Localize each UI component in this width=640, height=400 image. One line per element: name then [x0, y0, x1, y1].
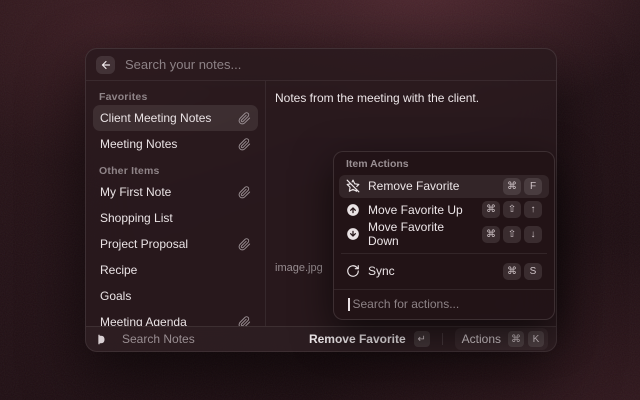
actions-search-placeholder: Search for actions...	[353, 297, 460, 311]
note-item-label: Meeting Agenda	[100, 315, 187, 326]
paperclip-icon	[238, 186, 251, 199]
sync-icon	[346, 264, 360, 278]
actions-button-label: Actions	[462, 332, 501, 346]
popup-title: Item Actions	[339, 152, 549, 175]
note-item-label: Goals	[100, 289, 131, 303]
k-keycap: K	[528, 331, 544, 347]
arrow-up-keycap: ↑	[524, 201, 542, 218]
action-move-favorite-down[interactable]: Move Favorite Down ⌘ ⇧ ↓	[339, 222, 549, 247]
note-item-label: My First Note	[100, 185, 171, 199]
action-label: Move Favorite Up	[368, 203, 463, 217]
arrow-down-keycap: ↓	[524, 226, 542, 243]
item-actions-popup: Item Actions Remove Favorite ⌘ F Move Fa…	[333, 151, 555, 320]
back-button[interactable]	[96, 56, 115, 74]
search-header: Search your notes...	[86, 49, 556, 81]
note-item-client-meeting-notes[interactable]: Client Meeting Notes	[93, 105, 258, 131]
paperclip-icon	[238, 138, 251, 151]
cmd-keycap: ⌘	[503, 178, 521, 195]
action-label: Move Favorite Down	[368, 220, 466, 248]
section-header-other-items: Other Items	[93, 163, 258, 179]
note-item-my-first-note[interactable]: My First Note	[93, 179, 258, 205]
cmd-keycap: ⌘	[482, 226, 500, 243]
paperclip-icon	[238, 112, 251, 125]
arrow-up-circle-icon	[346, 203, 360, 217]
shift-keycap: ⇧	[503, 201, 521, 218]
note-item-label: Project Proposal	[100, 237, 188, 251]
note-item-meeting-notes[interactable]: Meeting Notes	[93, 131, 258, 157]
note-body-text: Notes from the meeting with the client.	[275, 91, 548, 105]
action-remove-favorite[interactable]: Remove Favorite ⌘ F	[339, 175, 549, 198]
section-header-favorites: Favorites	[93, 89, 258, 105]
shift-keycap: ⇧	[503, 226, 521, 243]
note-item-label: Meeting Notes	[100, 137, 177, 151]
notes-search-input[interactable]: Search your notes...	[125, 57, 241, 72]
notes-list: Favorites Client Meeting Notes Meeting N…	[86, 81, 266, 326]
action-label: Remove Favorite	[368, 179, 459, 193]
status-bar: Search Notes Remove Favorite ↵ Actions ⌘…	[86, 326, 556, 351]
f-keycap: F	[524, 178, 542, 195]
star-off-icon	[346, 179, 360, 193]
text-cursor	[348, 298, 350, 311]
actions-search-input[interactable]: Search for actions...	[339, 290, 549, 319]
popup-section-divider	[341, 253, 547, 254]
cmd-keycap: ⌘	[482, 201, 500, 218]
note-item-label: Client Meeting Notes	[100, 111, 211, 125]
note-item-meeting-agenda[interactable]: Meeting Agenda	[93, 309, 258, 326]
note-item-shopping-list[interactable]: Shopping List	[93, 205, 258, 231]
statusbar-divider	[442, 333, 443, 345]
desktop-background: Search your notes... Favorites Client Me…	[0, 0, 640, 400]
note-item-project-proposal[interactable]: Project Proposal	[93, 231, 258, 257]
cmd-keycap: ⌘	[508, 331, 524, 347]
paperclip-icon	[238, 238, 251, 251]
note-item-goals[interactable]: Goals	[93, 283, 258, 309]
actions-button[interactable]: Actions ⌘ K	[455, 328, 548, 350]
attachment-filename: image.jpg	[275, 262, 323, 274]
arrow-down-circle-icon	[346, 227, 360, 241]
command-name-label: Search Notes	[122, 332, 195, 346]
note-item-recipe[interactable]: Recipe	[93, 257, 258, 283]
enter-keycap: ↵	[414, 331, 430, 347]
notes-app-icon	[96, 333, 108, 346]
note-item-label: Recipe	[100, 263, 137, 277]
primary-action-label[interactable]: Remove Favorite	[309, 332, 406, 346]
note-item-label: Shopping List	[100, 211, 173, 225]
action-sync[interactable]: Sync ⌘ S	[339, 260, 549, 283]
arrow-left-icon	[100, 59, 112, 71]
s-keycap: S	[524, 263, 542, 280]
paperclip-icon	[238, 316, 251, 327]
action-label: Sync	[368, 264, 395, 278]
cmd-keycap: ⌘	[503, 263, 521, 280]
action-move-favorite-up[interactable]: Move Favorite Up ⌘ ⇧ ↑	[339, 198, 549, 221]
